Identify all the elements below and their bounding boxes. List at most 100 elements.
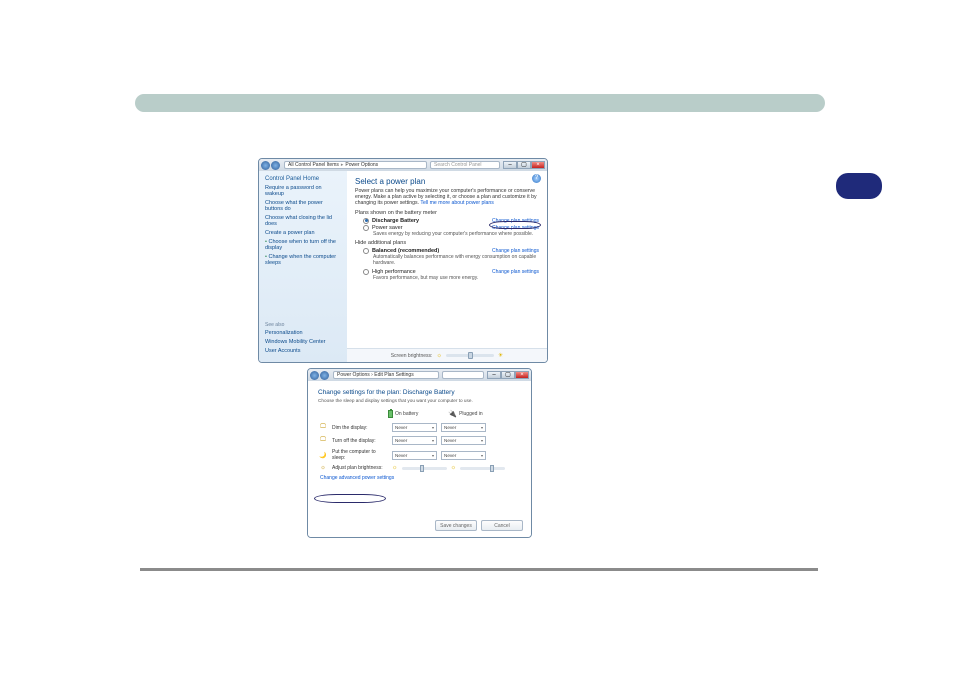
- subtitle: Choose the sleep and display settings th…: [318, 398, 521, 403]
- chevron-down-icon: ▾: [432, 453, 434, 458]
- setting-row: 🖵 Turn off the display: Never▾ Never▾: [318, 436, 521, 445]
- slider-thumb[interactable]: [468, 352, 473, 359]
- advanced-settings-link[interactable]: Change advanced power settings: [320, 475, 521, 481]
- minimize-button[interactable]: –: [503, 161, 517, 169]
- titlebar: Power Options › Edit Plan Settings – ▢ ×: [308, 369, 531, 381]
- sidebar: Control Panel Home Require a password on…: [259, 171, 347, 362]
- sidebar-link[interactable]: Choose what closing the lid does: [265, 215, 341, 227]
- breadcrumb[interactable]: Power Options › Edit Plan Settings: [337, 372, 414, 378]
- nav-back-button[interactable]: [261, 161, 270, 170]
- plan-desc: Automatically balances performance with …: [373, 255, 539, 266]
- slider-thumb[interactable]: [420, 465, 424, 472]
- chevron-down-icon: ▾: [481, 425, 483, 430]
- brightness-slider[interactable]: [446, 354, 494, 357]
- address-bar[interactable]: Power Options › Edit Plan Settings: [333, 371, 439, 379]
- close-button[interactable]: ×: [531, 161, 545, 169]
- page-banner: [135, 94, 825, 112]
- sidebar-link[interactable]: Choose what the power buttons do: [265, 200, 341, 212]
- brightness-label: Screen brightness:: [391, 353, 433, 359]
- row-label: Put the computer to sleep:: [332, 449, 388, 461]
- save-button[interactable]: Save changes: [435, 520, 477, 531]
- side-pill: [836, 173, 882, 199]
- plan-name: Discharge Battery: [372, 218, 419, 224]
- breadcrumb-sep-icon: ▸: [341, 162, 344, 168]
- sun-dim-icon: ☼: [392, 465, 398, 471]
- chevron-down-icon: ▾: [432, 425, 434, 430]
- sidebar-home[interactable]: Control Panel Home: [265, 176, 341, 182]
- row-label: Turn off the display:: [332, 438, 388, 444]
- window-edit-plan: Power Options › Edit Plan Settings – ▢ ×…: [307, 368, 532, 538]
- sidebar-link[interactable]: Create a power plan: [265, 230, 341, 236]
- slider-thumb[interactable]: [490, 465, 494, 472]
- chevron-down-icon: ▾: [481, 453, 483, 458]
- chevron-down-icon: ▾: [481, 438, 483, 443]
- intro-text: Power plans can help you maximize your c…: [355, 189, 539, 207]
- maximize-button[interactable]: ▢: [517, 161, 531, 169]
- off-battery-dropdown[interactable]: Never▾: [392, 436, 437, 445]
- brightness-battery-slider[interactable]: [402, 467, 447, 470]
- page-title: Select a power plan: [355, 177, 539, 186]
- brightness-row: Screen brightness: ☼ ☀: [347, 348, 547, 362]
- brightness-plugged-slider[interactable]: [460, 467, 505, 470]
- sun-dim-icon: ☼: [451, 465, 457, 471]
- sidebar-link[interactable]: Choose when to turn off the display: [265, 239, 341, 251]
- sun-bright-icon: ☀: [498, 352, 503, 359]
- setting-row: 🌙 Put the computer to sleep: Never▾ Neve…: [318, 449, 521, 461]
- battery-icon: [388, 410, 393, 418]
- off-plugged-dropdown[interactable]: Never▾: [441, 436, 486, 445]
- on-battery-header: On battery: [388, 410, 418, 418]
- footer-rule: [140, 568, 818, 571]
- help-icon[interactable]: ?: [532, 174, 541, 183]
- intro-link[interactable]: Tell me more about power plans: [420, 200, 494, 206]
- sidebar-link[interactable]: Change when the computer sleeps: [265, 254, 341, 266]
- annotation-circle-icon: [489, 221, 541, 229]
- sidebar-link[interactable]: Require a password on wakeup: [265, 185, 341, 197]
- window-power-options: All Control Panel Items ▸ Power Options …: [258, 158, 548, 363]
- plan-radio[interactable]: [363, 225, 369, 231]
- see-also-link[interactable]: Personalization: [265, 330, 341, 336]
- sleep-battery-dropdown[interactable]: Never▾: [392, 451, 437, 460]
- dim-battery-dropdown[interactable]: Never▾: [392, 423, 437, 432]
- plan-desc: Saves energy by reducing your computer's…: [373, 232, 539, 238]
- plan-radio[interactable]: [363, 248, 369, 254]
- nav-forward-button[interactable]: [271, 161, 280, 170]
- page-title: Change settings for the plan: Discharge …: [318, 389, 521, 396]
- breadcrumb-leaf[interactable]: Power Options: [345, 162, 378, 168]
- sleep-plugged-dropdown[interactable]: Never▾: [441, 451, 486, 460]
- sleep-icon: 🌙: [318, 452, 328, 459]
- sun-icon: ☼: [318, 465, 328, 471]
- button-row: Save changes Cancel: [435, 520, 523, 531]
- window-controls: – ▢ ×: [487, 371, 529, 379]
- close-button[interactable]: ×: [515, 371, 529, 379]
- search-input[interactable]: Search Control Panel: [430, 161, 500, 169]
- maximize-button[interactable]: ▢: [501, 371, 515, 379]
- main-pane: ? Select a power plan Power plans can he…: [347, 171, 547, 362]
- hide-plans-label[interactable]: Hide additional plans: [355, 240, 539, 246]
- cancel-button[interactable]: Cancel: [481, 520, 523, 531]
- plug-icon: 🔌: [448, 410, 457, 418]
- change-plan-link[interactable]: Change plan settings: [492, 269, 539, 275]
- chevron-down-icon: ▾: [432, 438, 434, 443]
- dim-plugged-dropdown[interactable]: Never▾: [441, 423, 486, 432]
- see-also-link[interactable]: User Accounts: [265, 348, 341, 354]
- plan-radio[interactable]: [363, 269, 369, 275]
- annotation-circle-icon: [314, 494, 386, 503]
- display-icon: 🖵: [318, 424, 328, 431]
- display-off-icon: 🖵: [318, 437, 328, 444]
- nav-forward-button[interactable]: [320, 371, 329, 380]
- nav-back-button[interactable]: [310, 371, 319, 380]
- see-also-link[interactable]: Windows Mobility Center: [265, 339, 341, 345]
- row-label: Adjust plan brightness:: [332, 465, 388, 471]
- search-input[interactable]: [442, 371, 484, 379]
- breadcrumb-root[interactable]: All Control Panel Items: [288, 162, 339, 168]
- minimize-button[interactable]: –: [487, 371, 501, 379]
- setting-row: 🖵 Dim the display: Never▾ Never▾: [318, 423, 521, 432]
- plan-name: Power saver: [372, 225, 403, 231]
- plan-radio[interactable]: [363, 218, 369, 224]
- row-label: Dim the display:: [332, 425, 388, 431]
- sun-dim-icon: ☼: [436, 353, 442, 359]
- window-controls: – ▢ ×: [503, 161, 545, 169]
- address-bar[interactable]: All Control Panel Items ▸ Power Options: [284, 161, 427, 169]
- titlebar: All Control Panel Items ▸ Power Options …: [259, 159, 547, 171]
- column-headers: On battery 🔌 Plugged in: [388, 410, 521, 418]
